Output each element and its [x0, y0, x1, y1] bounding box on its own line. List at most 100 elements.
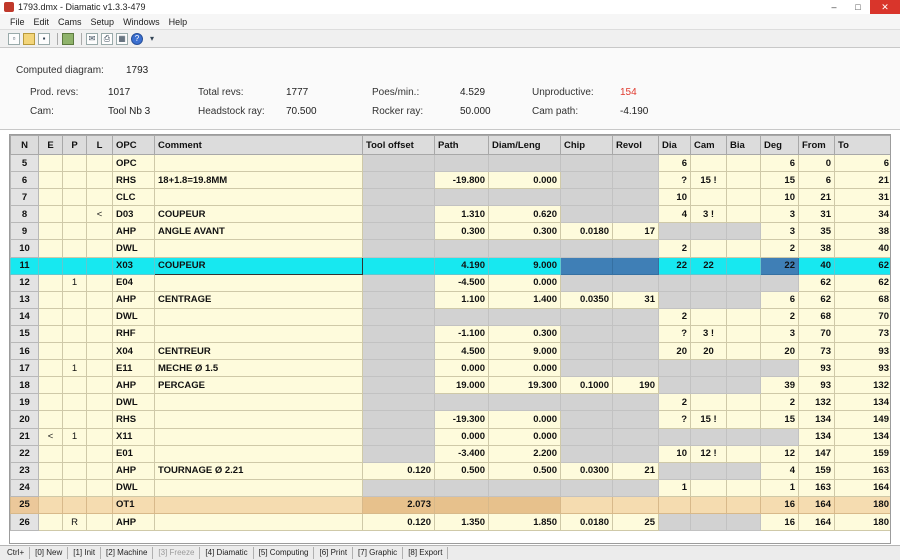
- cell-l[interactable]: [86, 239, 113, 258]
- cell-diam[interactable]: 0.300: [488, 324, 561, 344]
- column-header-e[interactable]: E: [38, 135, 63, 155]
- cell-cam[interactable]: [690, 307, 727, 326]
- cell-to[interactable]: 62: [834, 256, 890, 275]
- column-header-tool[interactable]: Tool offset: [362, 135, 435, 155]
- cell-p[interactable]: [62, 205, 87, 224]
- cell-n[interactable]: 11: [10, 256, 39, 275]
- cell-dia[interactable]: [658, 427, 691, 446]
- cell-comment[interactable]: [154, 239, 363, 258]
- cell-from[interactable]: 134: [798, 410, 835, 429]
- cell-opc[interactable]: X03: [112, 256, 155, 275]
- cell-p[interactable]: [62, 222, 87, 241]
- menu-edit[interactable]: Edit: [34, 17, 50, 27]
- cell-opc[interactable]: AHP: [112, 512, 155, 532]
- cell-comment[interactable]: COUPEUR: [154, 205, 363, 224]
- cell-tool[interactable]: [362, 324, 435, 344]
- cell-diam[interactable]: 0.300: [488, 222, 561, 241]
- cell-dia[interactable]: [658, 376, 691, 395]
- cell-e[interactable]: [38, 461, 63, 480]
- cell-deg[interactable]: 2: [760, 307, 799, 326]
- cell-deg[interactable]: 3: [760, 222, 799, 241]
- cell-dia[interactable]: 2: [658, 239, 691, 258]
- cell-from[interactable]: 164: [798, 495, 835, 514]
- cell-l[interactable]: [86, 290, 113, 309]
- cell-path[interactable]: [434, 239, 489, 258]
- cell-chip[interactable]: [560, 239, 613, 258]
- table-row[interactable]: 15 RHF -1.100 0.300? 3 ! 3 70 73: [10, 324, 890, 344]
- cell-n[interactable]: 10: [10, 239, 39, 258]
- cell-to[interactable]: 38: [834, 222, 890, 241]
- cell-bia[interactable]: [726, 376, 761, 395]
- cell-chip[interactable]: 0.0350: [560, 290, 613, 309]
- column-header-opc[interactable]: OPC: [112, 135, 155, 155]
- dropdown-arrow-icon[interactable]: ▾: [146, 33, 158, 45]
- cell-from[interactable]: 6: [798, 171, 835, 190]
- cell-comment[interactable]: [154, 495, 363, 514]
- cell-tool[interactable]: [362, 478, 435, 497]
- minimize-button[interactable]: –: [822, 0, 846, 14]
- cell-revol[interactable]: [612, 393, 659, 412]
- cell-diam[interactable]: 0.620: [488, 205, 561, 224]
- cell-diam[interactable]: [488, 153, 561, 173]
- cell-to[interactable]: 70: [834, 307, 890, 326]
- cell-comment[interactable]: [154, 427, 363, 446]
- cell-path[interactable]: 19.000: [434, 376, 489, 395]
- cell-bia[interactable]: [726, 273, 761, 292]
- cell-path[interactable]: [434, 393, 489, 412]
- cell-to[interactable]: 21: [834, 171, 890, 190]
- cell-revol[interactable]: [612, 239, 659, 258]
- cell-p[interactable]: [62, 256, 87, 275]
- cell-dia[interactable]: [658, 222, 691, 241]
- cell-p[interactable]: [62, 307, 87, 326]
- cell-chip[interactable]: [560, 256, 613, 275]
- cell-n[interactable]: 17: [10, 359, 39, 378]
- cell-dia[interactable]: 2: [658, 393, 691, 412]
- cell-e[interactable]: [38, 342, 63, 361]
- cell-cam[interactable]: [690, 239, 727, 258]
- cell-tool[interactable]: [362, 376, 435, 395]
- cell-bia[interactable]: [726, 342, 761, 361]
- cell-bia[interactable]: [726, 324, 761, 344]
- cell-opc[interactable]: CLC: [112, 188, 155, 207]
- cell-deg[interactable]: 15: [760, 410, 799, 429]
- cell-from[interactable]: 38: [798, 239, 835, 258]
- cell-comment[interactable]: MECHE Ø 1.5: [154, 359, 363, 378]
- cell-comment[interactable]: [154, 188, 363, 207]
- cell-p[interactable]: 1: [62, 273, 87, 292]
- cell-tool[interactable]: [362, 393, 435, 412]
- cell-e[interactable]: [38, 478, 63, 497]
- cell-deg[interactable]: 10: [760, 188, 799, 207]
- cell-path[interactable]: -4.500: [434, 273, 489, 292]
- column-header-cam[interactable]: Cam: [690, 135, 727, 155]
- cell-tool[interactable]: [362, 342, 435, 361]
- cell-revol[interactable]: [612, 444, 659, 463]
- cell-deg[interactable]: 20: [760, 342, 799, 361]
- cell-n[interactable]: 14: [10, 307, 39, 326]
- cell-to[interactable]: 68: [834, 290, 890, 309]
- cell-dia[interactable]: 1: [658, 478, 691, 497]
- cell-revol[interactable]: [612, 153, 659, 173]
- cell-e[interactable]: [38, 495, 63, 514]
- cell-dia[interactable]: [658, 359, 691, 378]
- cell-bia[interactable]: [726, 171, 761, 190]
- cell-to[interactable]: 40: [834, 239, 890, 258]
- cell-chip[interactable]: [560, 478, 613, 497]
- cell-p[interactable]: [62, 171, 87, 190]
- cell-cam[interactable]: [690, 290, 727, 309]
- cell-e[interactable]: [38, 512, 63, 532]
- cell-from[interactable]: 0: [798, 153, 835, 173]
- cell-from[interactable]: 62: [798, 290, 835, 309]
- cell-p[interactable]: [62, 478, 87, 497]
- cell-diam[interactable]: 0.500: [488, 461, 561, 480]
- cell-from[interactable]: 159: [798, 461, 835, 480]
- cell-chip[interactable]: [560, 342, 613, 361]
- cell-n[interactable]: 7: [10, 188, 39, 207]
- cell-from[interactable]: 21: [798, 188, 835, 207]
- cell-from[interactable]: 40: [798, 256, 835, 275]
- cell-p[interactable]: [62, 324, 87, 344]
- cell-diam[interactable]: 1.400: [488, 290, 561, 309]
- cell-dia[interactable]: 4: [658, 205, 691, 224]
- cell-bia[interactable]: [726, 461, 761, 480]
- cell-cam[interactable]: 15 !: [690, 171, 727, 190]
- cell-bia[interactable]: [726, 188, 761, 207]
